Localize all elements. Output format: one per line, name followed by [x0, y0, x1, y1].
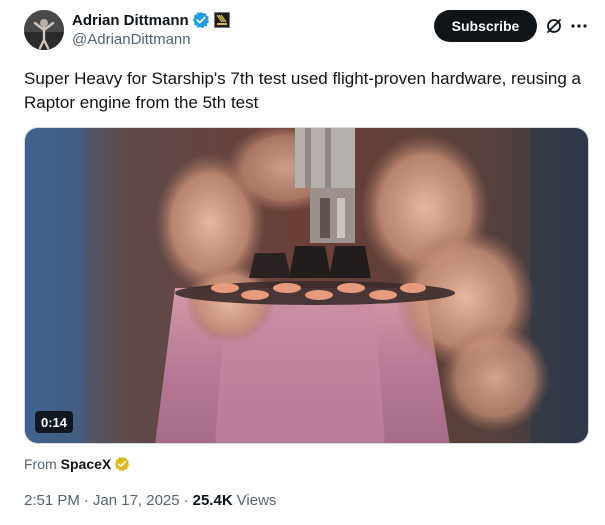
meta-separator: · — [183, 491, 189, 509]
tweet-meta: 2:51 PM · Jan 17, 2025 · 25.4K Views — [24, 490, 276, 510]
video-player[interactable]: 0:14 — [24, 127, 589, 444]
gold-verified-badge-icon — [114, 456, 130, 472]
grok-icon[interactable] — [544, 16, 564, 36]
source-prefix: From — [24, 456, 57, 472]
affiliate-badge-icon[interactable] — [213, 12, 230, 28]
author-handle[interactable]: @AdrianDittmann — [72, 31, 191, 48]
avatar[interactable] — [24, 10, 64, 50]
views-label: Views — [236, 491, 277, 509]
tweet-date[interactable]: Jan 17, 2025 — [93, 492, 180, 509]
subscribe-button[interactable]: Subscribe — [434, 10, 537, 42]
views-count[interactable]: 25.4K — [193, 492, 233, 509]
rocket-launch-video — [25, 128, 588, 443]
verified-badge-icon — [192, 11, 210, 29]
meta-separator: · — [83, 491, 89, 509]
display-name[interactable]: Adrian Dittmann — [72, 12, 189, 29]
tweet-time[interactable]: 2:51 PM — [24, 492, 80, 509]
more-icon[interactable] — [569, 16, 589, 36]
tweet-text: Super Heavy for Starship's 7th test used… — [24, 69, 581, 112]
video-source: From SpaceX — [24, 454, 130, 474]
video-duration: 0:14 — [35, 411, 74, 433]
tweet-header: Adrian Dittmann @AdrianDittmann Subscrib… — [0, 0, 605, 60]
name-row: Adrian Dittmann — [72, 10, 230, 30]
source-name[interactable]: SpaceX — [61, 456, 112, 472]
